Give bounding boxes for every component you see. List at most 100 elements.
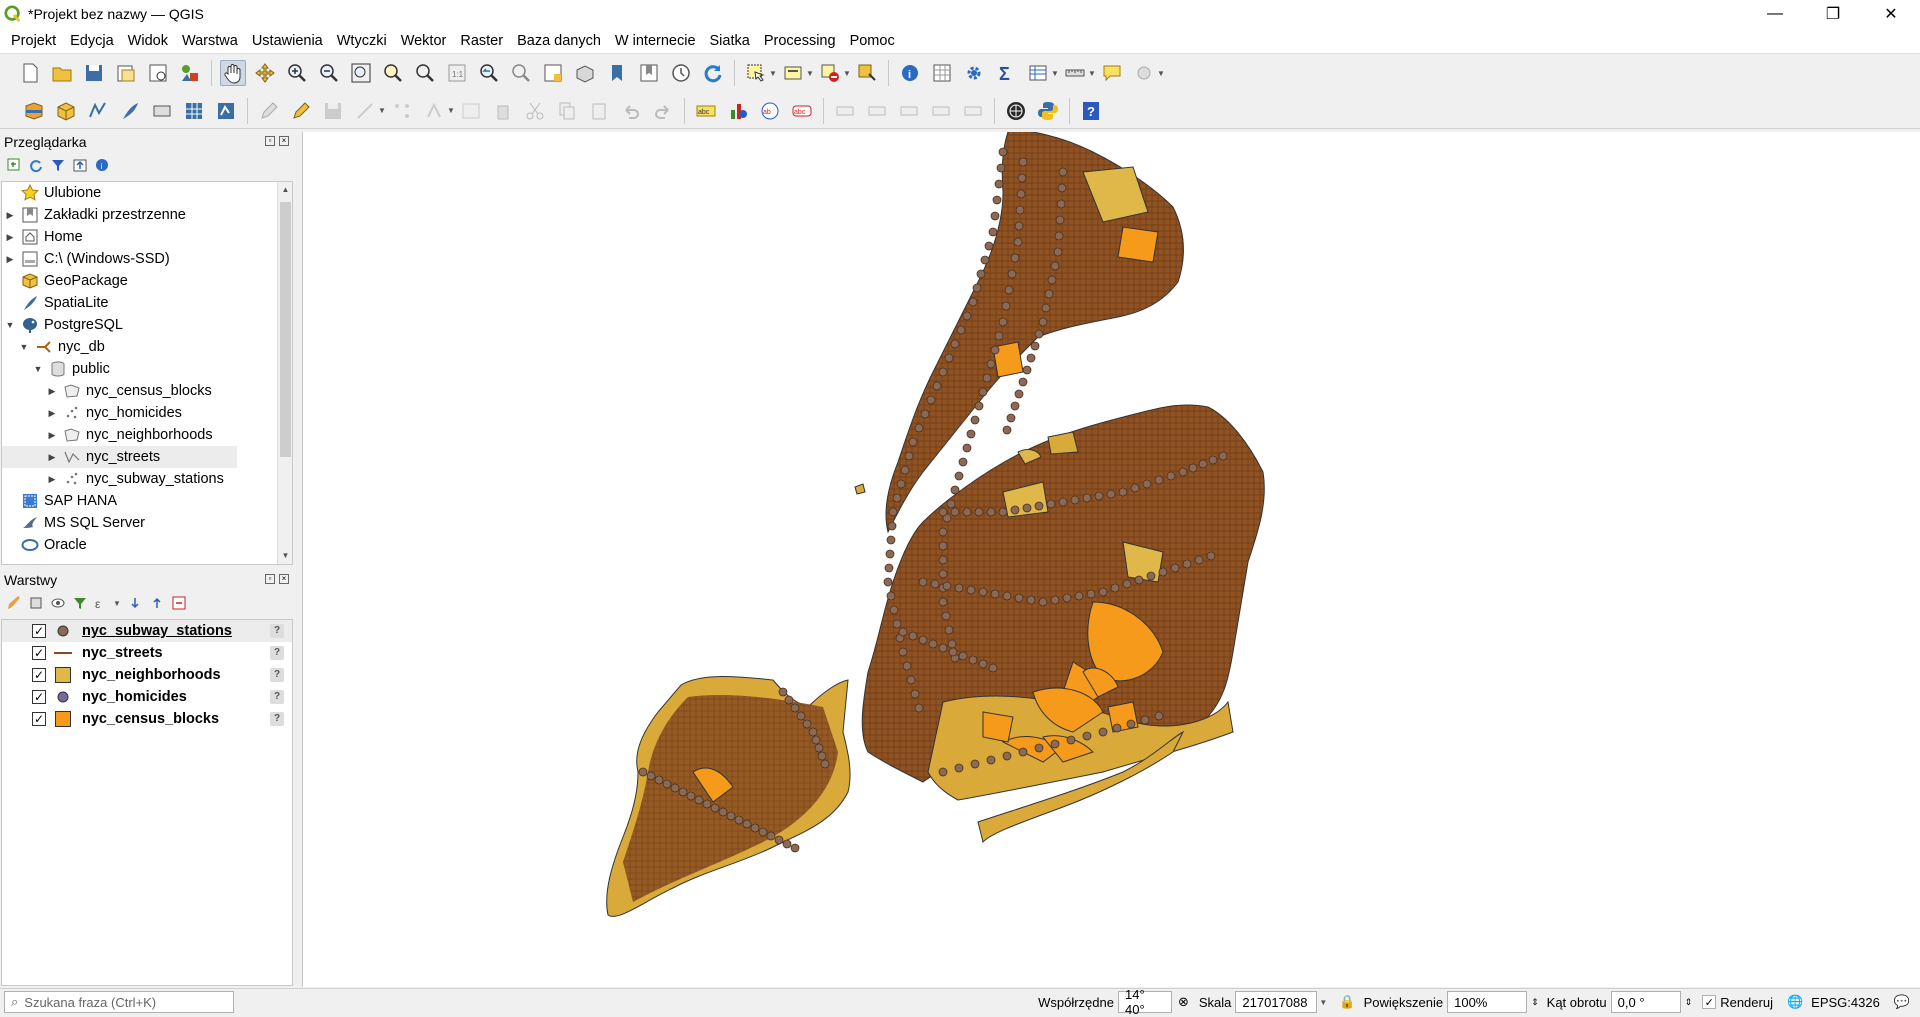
pin-labels-button[interactable]: ab bbox=[757, 98, 783, 124]
browser-item-nyc-streets[interactable]: ▶ nyc_streets bbox=[2, 446, 237, 468]
menu-edycja[interactable]: Edycja bbox=[63, 33, 121, 49]
filter-icon[interactable] bbox=[50, 157, 66, 173]
save-project-button[interactable] bbox=[81, 60, 107, 86]
magnifier-spinner-icon[interactable]: ⇕ bbox=[1531, 997, 1539, 1008]
browser-item-nyc-census-blocks[interactable]: ▶ nyc_census_blocks bbox=[2, 380, 292, 402]
browser-item-home[interactable]: ▶ Home bbox=[2, 226, 292, 248]
info-icon[interactable]: i bbox=[94, 157, 110, 173]
vertex-dropdown-icon[interactable]: ▼ bbox=[447, 106, 455, 115]
menu-raster[interactable]: Raster bbox=[453, 33, 510, 49]
statistics-button[interactable]: Σ bbox=[993, 60, 1019, 86]
temporal-controller-button[interactable] bbox=[668, 60, 694, 86]
browser-item-nyc-db[interactable]: ▼ nyc_db bbox=[2, 336, 292, 358]
browser-item-spatialite[interactable]: SpatiaLite bbox=[2, 292, 292, 314]
map-canvas[interactable] bbox=[302, 130, 1920, 987]
lock-icon[interactable]: 🔒 bbox=[1339, 994, 1355, 1010]
collapse-all-icon[interactable] bbox=[149, 595, 165, 611]
expand-arrow-icon[interactable]: ▶ bbox=[46, 386, 58, 397]
select-dropdown-icon[interactable]: ▼ bbox=[769, 69, 777, 78]
layer-visibility-checkbox[interactable]: ✓ bbox=[32, 624, 46, 638]
collapse-arrow-icon[interactable]: ▼ bbox=[32, 364, 44, 374]
actions-dropdown-icon[interactable]: ▼ bbox=[1157, 69, 1165, 78]
layer-diagram-button[interactable] bbox=[725, 98, 751, 124]
layer-unknown-crs-icon[interactable]: ? bbox=[270, 624, 284, 638]
unpin-label-button[interactable] bbox=[960, 98, 986, 124]
browser-item-sap-hana[interactable]: SAP HANA bbox=[2, 490, 292, 512]
new-project-button[interactable] bbox=[17, 60, 43, 86]
layout-manager-button[interactable] bbox=[145, 60, 171, 86]
attribute-table-button[interactable] bbox=[929, 60, 955, 86]
rotation-field[interactable]: 0,0 ° bbox=[1610, 991, 1681, 1013]
zoom-to-selection-button[interactable] bbox=[380, 60, 406, 86]
scroll-down-icon[interactable]: ▼ bbox=[278, 548, 292, 564]
open-project-button[interactable] bbox=[49, 60, 75, 86]
layer-visibility-checkbox[interactable]: ✓ bbox=[32, 646, 46, 660]
layer-visibility-checkbox[interactable]: ✓ bbox=[32, 690, 46, 704]
collapse-arrow-icon[interactable]: ▼ bbox=[18, 342, 30, 352]
layer-unknown-crs-icon[interactable]: ? bbox=[270, 646, 284, 660]
move-label-button[interactable] bbox=[832, 98, 858, 124]
messages-icon[interactable]: 💬 bbox=[1894, 994, 1910, 1010]
scale-dropdown-icon[interactable]: ▼ bbox=[1319, 998, 1327, 1007]
zoom-to-layer-button[interactable] bbox=[412, 60, 438, 86]
expand-arrow-icon[interactable]: ▶ bbox=[46, 430, 58, 441]
rotation-spinner-icon[interactable]: ⇕ bbox=[1685, 997, 1693, 1008]
browser-item-ms-sql-server[interactable]: MS SQL Server bbox=[2, 512, 292, 534]
refresh-icon[interactable] bbox=[28, 157, 44, 173]
scroll-thumb[interactable] bbox=[280, 202, 291, 457]
layer-item-nyc-streets[interactable]: ✓ nyc_streets? bbox=[2, 642, 292, 664]
digitize-button[interactable] bbox=[352, 98, 378, 124]
menu-baza-danych[interactable]: Baza danych bbox=[510, 33, 608, 49]
new-geopackage-button[interactable] bbox=[53, 98, 79, 124]
menu-processing[interactable]: Processing bbox=[757, 33, 843, 49]
open-attribute-table-button[interactable] bbox=[1025, 60, 1051, 86]
close-button[interactable]: ✕ bbox=[1862, 0, 1920, 28]
browser-item-geopackage[interactable]: GeoPackage bbox=[2, 270, 292, 292]
identify-features-button[interactable]: i bbox=[897, 60, 923, 86]
browser-item-nyc-neighborhoods[interactable]: ▶ nyc_neighborhoods bbox=[2, 424, 292, 446]
zoom-full-button[interactable] bbox=[348, 60, 374, 86]
select-features-button[interactable] bbox=[743, 60, 769, 86]
select-by-value-button[interactable] bbox=[780, 60, 806, 86]
float-panel-button[interactable]: ▫ bbox=[265, 136, 275, 146]
paste-button[interactable] bbox=[586, 98, 612, 124]
layer-item-nyc-neighborhoods[interactable]: ✓ nyc_neighborhoods? bbox=[2, 664, 292, 686]
zoom-native-button[interactable]: 1:1 bbox=[444, 60, 470, 86]
float-panel-button[interactable]: ▫ bbox=[265, 574, 275, 584]
add-raster-button[interactable] bbox=[181, 98, 207, 124]
new-bookmark-button[interactable] bbox=[604, 60, 630, 86]
style-manager-button[interactable] bbox=[177, 60, 203, 86]
refresh-button[interactable] bbox=[700, 60, 726, 86]
pan-map-button[interactable] bbox=[220, 60, 246, 86]
rotate-label-button[interactable] bbox=[864, 98, 890, 124]
menu-ustawienia[interactable]: Ustawienia bbox=[245, 33, 330, 49]
restore-button[interactable]: ❐ bbox=[1804, 0, 1862, 28]
deselect-dropdown-icon[interactable]: ▼ bbox=[843, 69, 851, 78]
expand-arrow-icon[interactable]: ▶ bbox=[4, 254, 16, 265]
show-hide-labels-button[interactable]: abc bbox=[789, 98, 815, 124]
menu-pomoc[interactable]: Pomoc bbox=[843, 33, 902, 49]
copy-button[interactable] bbox=[554, 98, 580, 124]
help-button[interactable]: ? bbox=[1078, 98, 1104, 124]
label-properties-button[interactable] bbox=[928, 98, 954, 124]
collapse-arrow-icon[interactable]: ▼ bbox=[4, 320, 16, 330]
remove-layer-icon[interactable] bbox=[171, 595, 187, 611]
browser-item-oracle[interactable]: Oracle bbox=[2, 534, 292, 556]
processing-toolbox-button[interactable] bbox=[961, 60, 987, 86]
menu-w-internecie[interactable]: W internecie bbox=[608, 33, 703, 49]
cut-button[interactable] bbox=[522, 98, 548, 124]
new-3d-view-button[interactable] bbox=[572, 60, 598, 86]
magnifier-field[interactable]: 100% bbox=[1447, 991, 1528, 1013]
expand-arrow-icon[interactable]: ▶ bbox=[4, 232, 16, 243]
data-source-manager-button[interactable] bbox=[21, 98, 47, 124]
zoom-next-button[interactable] bbox=[508, 60, 534, 86]
layer-labeling-button[interactable]: abc bbox=[693, 98, 719, 124]
expand-arrow-icon[interactable]: ▶ bbox=[4, 210, 16, 221]
save-edits-button[interactable] bbox=[320, 98, 346, 124]
menu-projekt[interactable]: Projekt bbox=[4, 33, 63, 49]
vertex-tool-button[interactable] bbox=[389, 98, 415, 124]
coordinates-field[interactable]: 14° 40° bbox=[1117, 987, 1172, 1017]
digitize-dropdown-icon[interactable]: ▼ bbox=[378, 106, 386, 115]
scroll-up-icon[interactable]: ▲ bbox=[278, 182, 292, 198]
browser-item-postgresql[interactable]: ▼ PostgreSQL bbox=[2, 314, 292, 336]
